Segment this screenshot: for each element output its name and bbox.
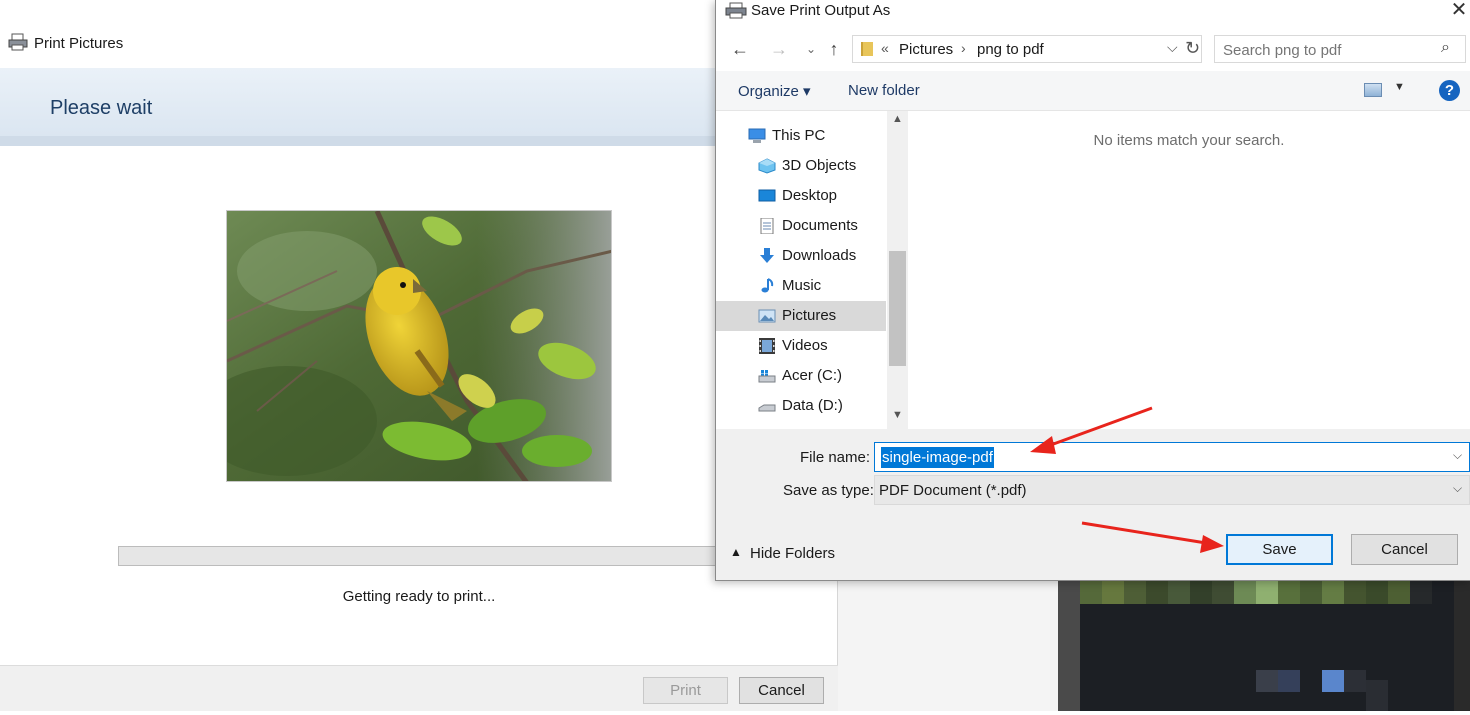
nav-item-label: Data (D:) <box>782 397 843 414</box>
up-arrow-icon[interactable]: ↑ <box>823 38 845 60</box>
scroll-down-icon[interactable]: ▼ <box>887 409 908 427</box>
scrollbar-thumb[interactable] <box>889 251 906 366</box>
save-type-select[interactable]: PDF Document (*.pdf) ⌵ <box>874 475 1470 505</box>
print-progress-bar <box>118 546 718 566</box>
hide-folders-label: Hide Folders <box>750 545 836 562</box>
nav-item-label: This PC <box>772 127 826 144</box>
dialog-footer: File name: single-image-pdf ⌵ Save as ty… <box>716 429 1470 580</box>
search-input[interactable] <box>1223 40 1433 60</box>
title-bar: Print Pictures <box>0 0 838 68</box>
nav-item-label: Acer (C:) <box>782 367 842 384</box>
file-list-pane[interactable]: No items match your search. <box>908 111 1470 429</box>
file-name-label: File name: <box>800 449 871 466</box>
nav-item-label: Desktop <box>782 187 838 204</box>
nav-item-label: Music <box>782 277 822 294</box>
organize-menu[interactable]: Organize ▾ <box>738 82 811 100</box>
status-text: Getting ready to print... <box>342 588 496 605</box>
nav-item-3d-objects[interactable]: 3D Objects <box>716 151 886 181</box>
nav-item-music[interactable]: Music <box>716 271 886 301</box>
save-type-value: PDF Document (*.pdf) <box>879 482 1027 499</box>
printer-icon <box>8 33 28 51</box>
nav-item-label: Documents <box>782 217 858 234</box>
drive-c-icon <box>758 370 776 383</box>
breadcrumb-separator[interactable]: › <box>961 40 966 56</box>
search-box[interactable]: ⌕ <box>1214 35 1466 63</box>
chevron-down-icon[interactable]: ⌵ <box>1453 448 1462 463</box>
empty-results-message: No items match your search. <box>1093 132 1285 149</box>
pictures-icon <box>758 309 776 323</box>
scroll-up-icon[interactable]: ▲ <box>887 113 908 131</box>
nav-item-label: Videos <box>782 337 828 354</box>
save-dialog: Save Print Output As ✕ ← → ⌄ ↑ « Picture… <box>715 0 1470 581</box>
nav-item-drive-d[interactable]: Data (D:) <box>716 391 886 421</box>
chevron-down-icon[interactable]: ⌵ <box>1167 39 1178 56</box>
file-name-combobox[interactable]: single-image-pdf ⌵ <box>874 442 1470 472</box>
breadcrumb-png-to-pdf[interactable]: png to pdf <box>977 41 1044 58</box>
bird-photo-image <box>227 211 611 481</box>
address-overflow-chevron[interactable]: « <box>881 40 889 56</box>
photo-preview <box>226 210 612 482</box>
save-button[interactable]: Save <box>1226 534 1333 565</box>
search-icon[interactable]: ⌕ <box>1441 39 1450 57</box>
command-bar: Organize ▾ New folder ▼ ? <box>716 71 1470 111</box>
videos-icon <box>759 338 775 354</box>
new-folder-button[interactable]: New folder <box>848 82 920 99</box>
file-name-input[interactable]: single-image-pdf <box>881 447 994 468</box>
nav-item-label: Pictures <box>782 307 837 324</box>
3d-objects-icon <box>758 158 776 174</box>
background-window <box>838 580 1470 711</box>
chevron-up-icon: ▲ <box>730 545 742 559</box>
computer-icon <box>748 128 766 143</box>
recent-locations-chevron-icon[interactable]: ⌄ <box>800 38 822 60</box>
nav-item-desktop[interactable]: Desktop <box>716 181 886 211</box>
printer-icon <box>725 2 747 19</box>
breadcrumb-pictures[interactable]: Pictures <box>899 41 953 58</box>
drive-d-icon <box>758 404 776 412</box>
nav-item-label: Downloads <box>782 247 857 264</box>
refresh-icon[interactable]: ↻ <box>1185 38 1200 59</box>
dialog-title: Save Print Output As <box>751 2 891 19</box>
nav-item-label: 3D Objects <box>782 157 857 174</box>
address-bar[interactable]: « Pictures › png to pdf ⌵ ↻ <box>852 35 1202 63</box>
folder-icon <box>861 42 873 56</box>
close-icon[interactable]: ✕ <box>1449 0 1469 22</box>
desktop-icon <box>758 189 776 202</box>
nav-item-videos[interactable]: Videos <box>716 331 886 361</box>
save-type-label: Save as type: <box>783 482 874 499</box>
documents-icon <box>760 218 774 234</box>
music-icon <box>761 278 774 293</box>
pixelated-background-image <box>1058 580 1470 711</box>
print-pictures-window: Print Pictures Please wait Getting ready… <box>0 0 838 711</box>
nav-item-pictures[interactable]: Pictures <box>716 301 886 331</box>
forward-arrow-icon[interactable]: → <box>768 38 790 60</box>
window-title: Print Pictures <box>34 35 124 52</box>
view-options-chevron-icon[interactable]: ▼ <box>1394 81 1405 93</box>
header-divider <box>0 136 838 146</box>
change-view-icon[interactable] <box>1364 83 1382 97</box>
back-arrow-icon[interactable]: ← <box>729 38 751 60</box>
cancel-button[interactable]: Cancel <box>1351 534 1458 565</box>
nav-item-downloads[interactable]: Downloads <box>716 241 886 271</box>
nav-item-documents[interactable]: Documents <box>716 211 886 241</box>
print-cancel-button[interactable]: Cancel <box>739 677 824 704</box>
nav-item-drive-c[interactable]: Acer (C:) <box>716 361 886 391</box>
downloads-icon <box>760 248 774 263</box>
print-button[interactable]: Print <box>643 677 728 704</box>
chevron-down-icon[interactable]: ⌵ <box>1453 481 1462 496</box>
navigation-pane: This PC 3D Objects Desktop Documents Dow… <box>716 111 908 429</box>
navigation-scrollbar[interactable]: ▲ ▼ <box>887 111 908 429</box>
help-icon[interactable]: ? <box>1439 80 1460 101</box>
nav-item-this-pc[interactable]: This PC <box>716 121 886 151</box>
page-heading: Please wait <box>50 97 153 119</box>
